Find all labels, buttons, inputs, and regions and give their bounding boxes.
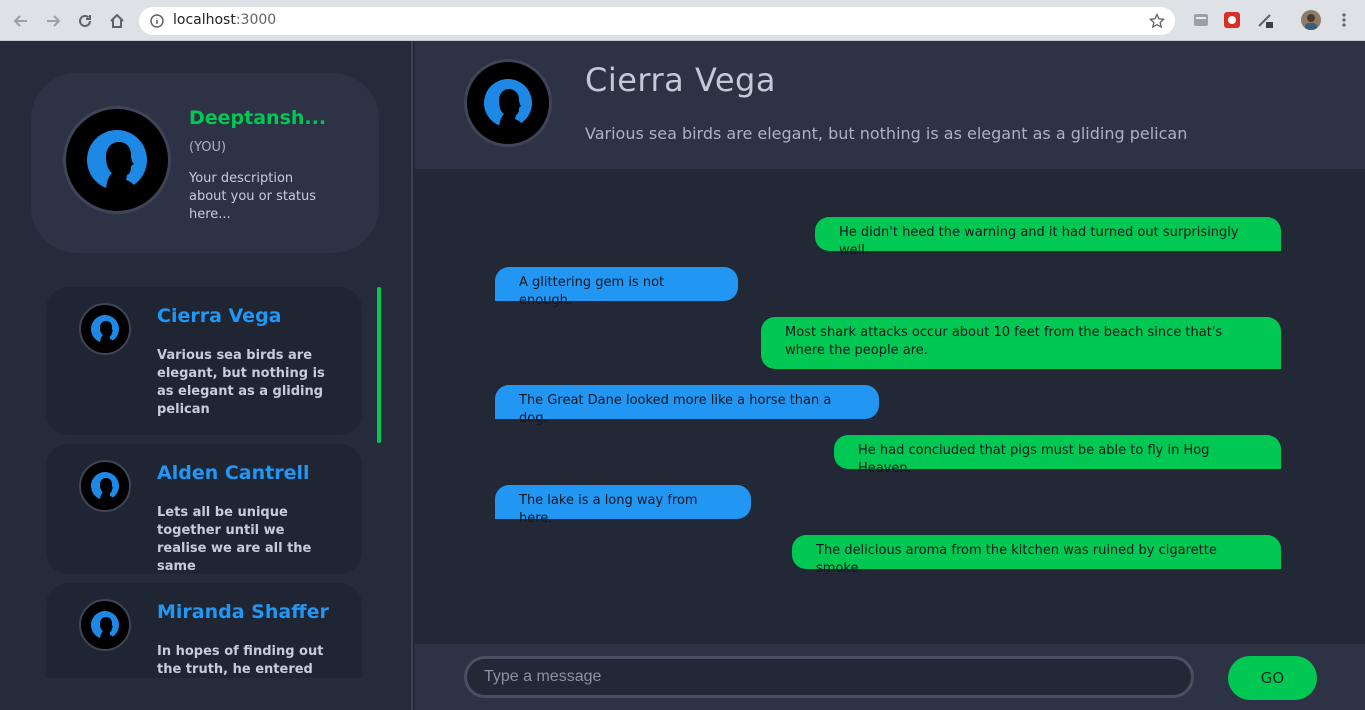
avatar <box>464 59 552 147</box>
chat-title: Cierra Vega <box>585 61 776 99</box>
url-text[interactable]: localhost:3000 <box>173 12 276 28</box>
address-bar[interactable]: localhost:3000 <box>139 7 1175 35</box>
forward-icon[interactable] <box>41 9 65 33</box>
contact-list[interactable]: Cierra Vega Various sea birds are elegan… <box>46 287 362 678</box>
browser-toolbar: localhost:3000 <box>0 0 1365 41</box>
extension-icon[interactable] <box>1256 11 1274 29</box>
contact-status: Various sea birds are elegant, but nothi… <box>157 348 325 417</box>
contact-name: Miranda Shaffer <box>157 601 329 623</box>
avatar <box>79 303 131 355</box>
message-bubble-sent: He had concluded that pigs must be able … <box>834 435 1281 476</box>
message-bubble-sent: The delicious aroma from the kitchen was… <box>792 535 1281 576</box>
composer: GO <box>415 644 1365 710</box>
chat-header: Cierra Vega Various sea birds are elegan… <box>415 41 1365 169</box>
reload-icon[interactable] <box>73 9 97 33</box>
extension-icon[interactable] <box>1192 11 1210 29</box>
message-input[interactable] <box>464 656 1194 698</box>
send-button[interactable]: GO <box>1228 656 1317 700</box>
message-bubble-sent: He didn't heed the warning and it had tu… <box>815 217 1281 258</box>
you-label: (YOU) <box>189 140 227 155</box>
info-icon[interactable] <box>150 14 164 28</box>
message-list[interactable]: He didn't heed the warning and it had tu… <box>415 169 1365 644</box>
chat-panel: Cierra Vega Various sea birds are elegan… <box>415 41 1365 710</box>
contact-item[interactable]: Cierra Vega Various sea birds are elegan… <box>46 287 362 435</box>
chat-status: Various sea birds are elegant, but nothi… <box>585 124 1188 143</box>
bookmark-star-icon[interactable] <box>1149 13 1165 29</box>
message-bubble-sent: Most shark attacks occur about 10 feet f… <box>761 317 1281 369</box>
user-silhouette-icon <box>91 472 119 502</box>
contact-name: Alden Cantrell <box>157 462 310 484</box>
message-bubble-received: The Great Dane looked more like a horse … <box>495 385 879 426</box>
contact-status: In hopes of finding out the truth, he en… <box>157 644 324 677</box>
url-port: :3000 <box>235 12 277 28</box>
message-bubble-received: The lake is a long way from here. <box>495 485 751 526</box>
user-silhouette-icon <box>91 611 119 641</box>
user-avatar-icon[interactable] <box>1301 10 1321 30</box>
sidebar: Deeptansh... (YOU) Your description abou… <box>0 41 413 710</box>
avatar <box>79 599 131 651</box>
avatar <box>63 106 171 214</box>
menu-icon[interactable] <box>1335 11 1353 29</box>
contact-status: Lets all be unique together until we rea… <box>157 505 312 574</box>
user-silhouette-icon <box>484 79 532 130</box>
back-icon[interactable] <box>9 9 33 33</box>
scrollbar[interactable] <box>377 287 381 443</box>
message-bubble-received: A glittering gem is not enough. <box>495 267 738 308</box>
user-silhouette-icon <box>91 315 119 345</box>
url-host: localhost <box>173 12 236 28</box>
contact-item[interactable]: Miranda Shaffer In hopes of finding out … <box>46 583 362 678</box>
extension-icon[interactable] <box>1223 11 1241 29</box>
home-icon[interactable] <box>105 9 129 33</box>
profile-name: Deeptansh... <box>189 107 327 129</box>
contact-item[interactable]: Alden Cantrell Lets all be unique togeth… <box>46 444 362 574</box>
profile-description: Your description about you or status her… <box>189 171 317 222</box>
profile-card: Deeptansh... (YOU) Your description abou… <box>31 73 379 253</box>
contact-name: Cierra Vega <box>157 305 282 327</box>
avatar <box>79 460 131 512</box>
user-silhouette-icon <box>87 130 147 193</box>
